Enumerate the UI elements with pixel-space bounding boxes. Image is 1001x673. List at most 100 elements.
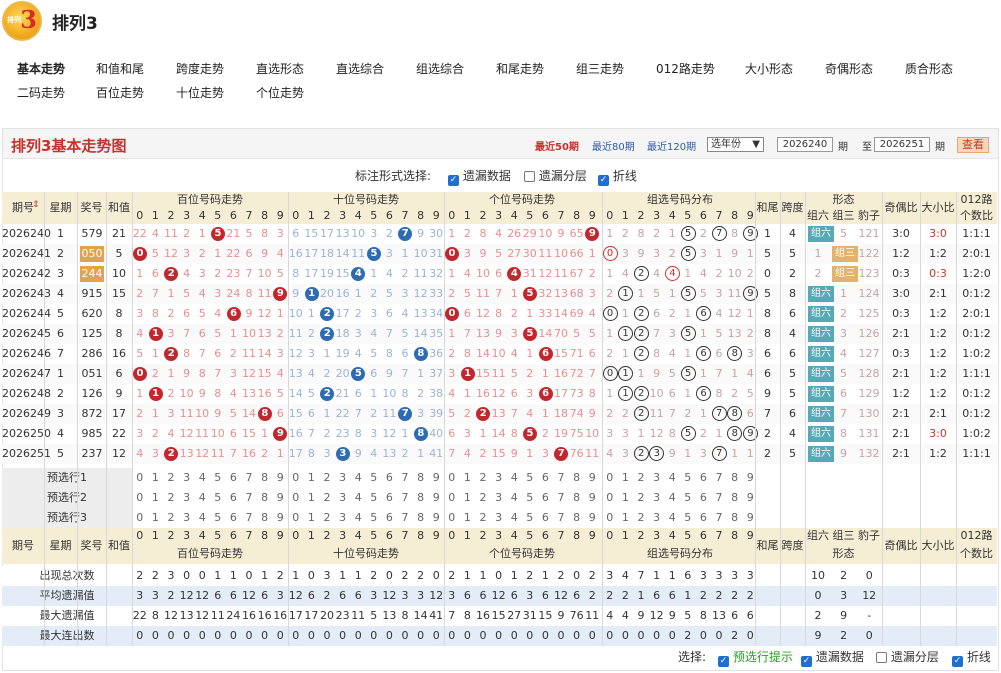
preselect-digit[interactable]: 0 xyxy=(132,468,148,488)
preselect-digit[interactable]: 9 xyxy=(272,508,288,528)
preselect-digit[interactable]: 6 xyxy=(696,508,712,528)
preselect-digit[interactable]: 3 xyxy=(491,488,507,508)
footer-omit-layer-option[interactable]: 遗漏分层 xyxy=(876,648,939,665)
nav-item[interactable]: 和值和尾 xyxy=(96,60,144,77)
preselect-digit[interactable]: 4 xyxy=(194,468,210,488)
preselect-digit[interactable]: 1 xyxy=(618,468,634,488)
preselect-digit[interactable]: 7 xyxy=(553,508,569,528)
checkbox-icon[interactable] xyxy=(524,171,535,182)
preselect-digit[interactable]: 8 xyxy=(257,488,273,508)
preselect-digit[interactable]: 2 xyxy=(163,468,179,488)
preselect-digit[interactable]: 5 xyxy=(210,468,226,488)
preselect-digit[interactable]: 3 xyxy=(491,468,507,488)
preselect-digit[interactable]: 0 xyxy=(288,468,304,488)
preselect-digit[interactable]: 4 xyxy=(350,508,366,528)
preselect-digit[interactable]: 5 xyxy=(522,508,538,528)
preselect-digit[interactable]: 9 xyxy=(584,508,600,528)
preselect-digit[interactable]: 3 xyxy=(179,488,195,508)
preselect-digit[interactable]: 0 xyxy=(444,488,460,508)
preselect-digit[interactable]: 1 xyxy=(618,488,634,508)
preselect-digit[interactable]: 5 xyxy=(680,508,696,528)
preselect-digit[interactable]: 9 xyxy=(272,488,288,508)
preselect-digit[interactable]: 4 xyxy=(506,508,522,528)
preselect-digit[interactable]: 4 xyxy=(194,508,210,528)
preselect-digit[interactable]: 1 xyxy=(148,488,164,508)
checkbox-checked-icon[interactable]: ✓ xyxy=(718,656,729,667)
footer-line-option[interactable]: ✓ 折线 xyxy=(952,648,991,667)
preselect-digit[interactable]: 7 xyxy=(711,508,727,528)
recent50-link[interactable]: 最近50期 xyxy=(535,138,579,153)
preselect-digit[interactable]: 4 xyxy=(664,488,680,508)
preselect-digit[interactable]: 1 xyxy=(148,508,164,528)
preselect-digit[interactable]: 8 xyxy=(727,508,743,528)
checkbox-icon[interactable] xyxy=(876,652,887,663)
preselect-digit[interactable]: 0 xyxy=(444,468,460,488)
preselect-digit[interactable]: 3 xyxy=(335,468,351,488)
preselect-digit[interactable]: 6 xyxy=(538,508,554,528)
preselect-digit[interactable]: 4 xyxy=(664,468,680,488)
preselect-digit[interactable]: 4 xyxy=(664,508,680,528)
footer-omit-data-option[interactable]: ✓ 遗漏数据 xyxy=(801,648,864,667)
preselect-digit[interactable]: 3 xyxy=(649,468,665,488)
nav-item[interactable]: 直选综合 xyxy=(336,60,384,77)
to-issue-input[interactable]: 2026251 xyxy=(874,137,930,152)
nav-item[interactable]: 和尾走势 xyxy=(496,60,544,77)
preselect-digit[interactable]: 1 xyxy=(460,488,476,508)
preselect-digit[interactable]: 5 xyxy=(522,488,538,508)
preselect-digit[interactable]: 4 xyxy=(194,488,210,508)
preselect-digit[interactable]: 1 xyxy=(618,508,634,528)
preselect-digit[interactable]: 3 xyxy=(649,488,665,508)
preselect-digit[interactable]: 5 xyxy=(366,508,382,528)
recent120-link[interactable]: 最近120期 xyxy=(647,138,696,153)
preselect-digit[interactable]: 5 xyxy=(210,488,226,508)
preselect-digit[interactable]: 1 xyxy=(304,468,320,488)
preselect-digit[interactable]: 7 xyxy=(241,488,257,508)
preselect-digit[interactable]: 8 xyxy=(727,488,743,508)
preselect-hint-option[interactable]: ✓ 预选行提示 xyxy=(718,648,793,667)
preselect-digit[interactable]: 9 xyxy=(428,508,444,528)
omit-data-option[interactable]: ✓ 遗漏数据 xyxy=(448,167,511,186)
preselect-digit[interactable]: 5 xyxy=(680,488,696,508)
preselect-digit[interactable]: 6 xyxy=(382,468,398,488)
preselect-digit[interactable]: 0 xyxy=(602,488,618,508)
preselect-digit[interactable]: 4 xyxy=(506,488,522,508)
preselect-digit[interactable]: 3 xyxy=(335,488,351,508)
preselect-digit[interactable]: 7 xyxy=(711,468,727,488)
preselect-digit[interactable]: 4 xyxy=(506,468,522,488)
preselect-digit[interactable]: 1 xyxy=(148,468,164,488)
omit-layer-option[interactable]: 遗漏分层 xyxy=(524,167,587,184)
checkbox-checked-icon[interactable]: ✓ xyxy=(598,175,609,186)
preselect-digit[interactable]: 0 xyxy=(288,488,304,508)
sort-icon[interactable]: ⇕ xyxy=(32,200,40,210)
preselect-digit[interactable]: 7 xyxy=(241,468,257,488)
preselect-digit[interactable]: 8 xyxy=(257,508,273,528)
preselect-digit[interactable]: 3 xyxy=(491,508,507,528)
preselect-digit[interactable]: 8 xyxy=(569,468,585,488)
preselect-digit[interactable]: 2 xyxy=(475,488,491,508)
preselect-digit[interactable]: 8 xyxy=(569,508,585,528)
preselect-digit[interactable]: 6 xyxy=(382,508,398,528)
preselect-digit[interactable]: 3 xyxy=(335,508,351,528)
preselect-digit[interactable]: 1 xyxy=(460,508,476,528)
preselect-digit[interactable]: 7 xyxy=(397,468,413,488)
preselect-digit[interactable]: 6 xyxy=(696,488,712,508)
nav-item[interactable]: 个位走势 xyxy=(256,84,304,101)
preselect-digit[interactable]: 1 xyxy=(304,508,320,528)
recent80-link[interactable]: 最近80期 xyxy=(592,138,635,153)
preselect-digit[interactable]: 1 xyxy=(460,468,476,488)
preselect-digit[interactable]: 2 xyxy=(633,468,649,488)
preselect-digit[interactable]: 3 xyxy=(649,508,665,528)
preselect-digit[interactable]: 8 xyxy=(569,488,585,508)
preselect-digit[interactable]: 6 xyxy=(226,468,242,488)
preselect-digit[interactable]: 3 xyxy=(179,508,195,528)
preselect-digit[interactable]: 7 xyxy=(553,468,569,488)
preselect-digit[interactable]: 5 xyxy=(522,468,538,488)
preselect-digit[interactable]: 2 xyxy=(319,488,335,508)
preselect-digit[interactable]: 2 xyxy=(475,468,491,488)
checkbox-checked-icon[interactable]: ✓ xyxy=(801,656,812,667)
preselect-digit[interactable]: 5 xyxy=(680,468,696,488)
nav-item[interactable]: 奇偶形态 xyxy=(825,60,873,77)
preselect-digit[interactable]: 7 xyxy=(397,488,413,508)
checkbox-checked-icon[interactable]: ✓ xyxy=(952,656,963,667)
preselect-digit[interactable]: 8 xyxy=(413,488,429,508)
